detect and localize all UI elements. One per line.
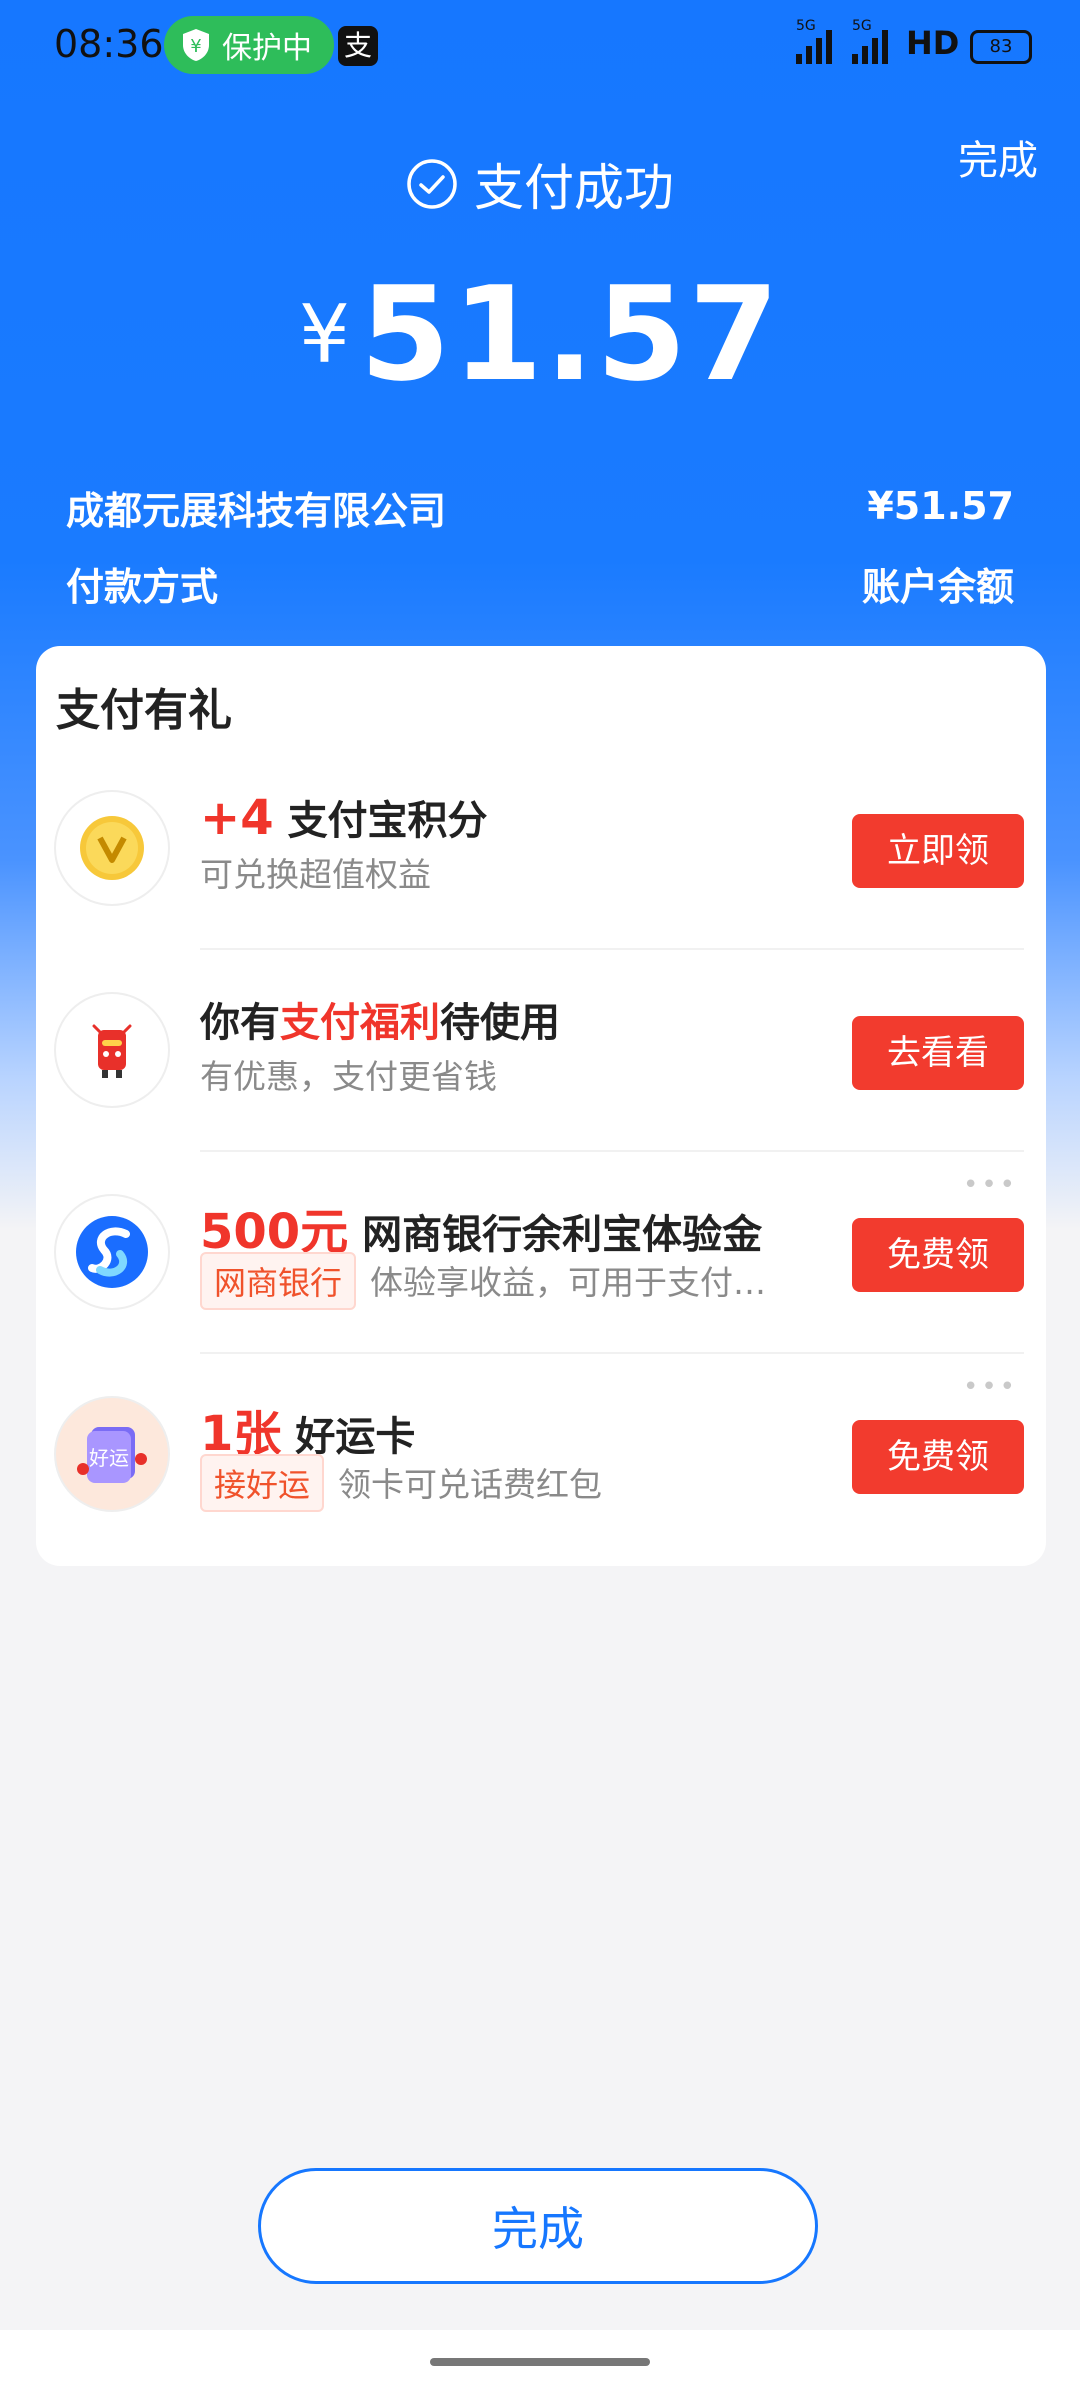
payment-amount: ¥51.57 (0, 258, 1080, 410)
svg-text:¥: ¥ (190, 36, 201, 57)
pay-method-label: 付款方式 (66, 565, 219, 609)
rewards-title: 支付有礼 (56, 685, 232, 736)
merchant-name: 成都元展科技有限公司 (66, 489, 447, 533)
luckycard-subtitle: 领卡可兑话费红包 (338, 1465, 603, 1504)
benefits-suffix: 待使用 (440, 1000, 560, 1046)
benefits-prefix: 你有 (200, 1000, 280, 1046)
shield-icon: ¥ (183, 29, 209, 61)
points-highlight: +4 (200, 790, 274, 846)
claim-luckycard-button[interactable]: 免费领 (852, 1420, 1024, 1494)
battery-icon: 83 (970, 30, 1032, 64)
reward-item-mybank[interactable]: ••• 500元 网商银行余利宝体验金 网商银行 体验享收益，可用于支付… 免费领 (36, 1152, 1046, 1352)
rewards-card: 支付有礼 +4 支付宝积分 可兑换超值权益 立即领 你有支付福利待使用 有优惠，… (36, 646, 1046, 1566)
coin-v-icon (56, 792, 168, 904)
done-button[interactable]: 完成 (258, 2168, 818, 2284)
benefits-subtitle: 有优惠，支付更省钱 (200, 1057, 497, 1096)
protection-badge[interactable]: ¥ 保护中 (164, 16, 334, 74)
mybank-logo-icon (56, 1196, 168, 1308)
lucky-card-label: 好运 (89, 1446, 129, 1470)
red-envelope-mascot-icon (56, 994, 168, 1106)
pay-method-value: 账户余额 (861, 565, 1014, 609)
status-bar: 08:36 ¥ 保护中 支 5G 5G HD 83 (0, 0, 1080, 92)
points-title: 支付宝积分 (287, 798, 488, 844)
view-benefits-button[interactable]: 去看看 (852, 1016, 1024, 1090)
more-options-icon[interactable]: ••• (963, 1372, 1018, 1402)
protection-text: 保护中 (222, 31, 312, 66)
battery-level: 83 (989, 36, 1013, 57)
lucky-card-icon: 好运 (56, 1398, 168, 1510)
mybank-tag: 网商银行 (200, 1252, 357, 1310)
reward-item-luckycard[interactable]: ••• 好运 1张 好运卡 接好运 领卡可兑话费红包 免费领 (36, 1354, 1046, 1554)
home-indicator[interactable] (430, 2358, 650, 2366)
network-2-label: 5G (852, 18, 872, 34)
amount-value: 51.57 (359, 258, 782, 410)
more-options-icon[interactable]: ••• (963, 1170, 1018, 1200)
reward-item-benefits[interactable]: 你有支付福利待使用 有优惠，支付更省钱 去看看 (36, 950, 1046, 1150)
claim-mybank-button[interactable]: 免费领 (852, 1218, 1024, 1292)
status-time: 08:36 (54, 22, 164, 66)
merchant-amount: ¥51.57 (867, 484, 1014, 528)
check-circle-icon (407, 159, 457, 209)
claim-points-button[interactable]: 立即领 (852, 814, 1024, 888)
mybank-subtitle: 体验享收益，可用于支付… (370, 1263, 767, 1302)
network-1-label: 5G (796, 18, 816, 34)
payment-status: 支付成功 (0, 148, 1080, 220)
currency-symbol: ¥ (298, 288, 350, 381)
benefits-highlight: 支付福利 (280, 1000, 440, 1046)
alipay-app-icon: 支 (338, 26, 378, 66)
points-subtitle: 可兑换超值权益 (200, 855, 431, 894)
luckycard-tag: 接好运 (200, 1454, 325, 1512)
status-text: 支付成功 (474, 159, 674, 217)
reward-item-points[interactable]: +4 支付宝积分 可兑换超值权益 立即领 (36, 748, 1046, 948)
hd-indicator: HD (906, 24, 960, 62)
